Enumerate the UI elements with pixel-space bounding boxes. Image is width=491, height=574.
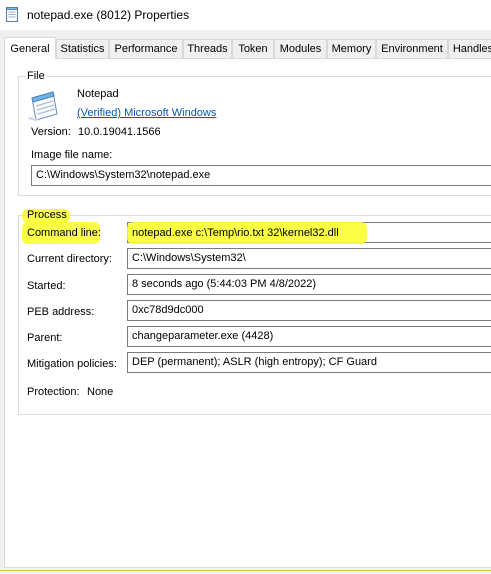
divider <box>0 570 491 571</box>
tab-strip: General Statistics Performance Threads T… <box>0 37 491 59</box>
window-title: notepad.exe (8012) Properties <box>27 8 190 22</box>
process-group-label: Process <box>27 209 67 221</box>
tab-statistics[interactable]: Statistics <box>56 39 109 58</box>
tab-general[interactable]: General <box>4 37 56 59</box>
tab-threads[interactable]: Threads <box>183 39 232 58</box>
notepad-icon <box>6 7 18 22</box>
command-line-label: Command line: <box>27 227 101 239</box>
parent-label: Parent: <box>27 332 63 344</box>
version-value: 10.0.19041.1566 <box>78 126 161 138</box>
parent-field[interactable]: changeparameter.exe (4428) <box>127 326 491 347</box>
peb-address-label: PEB address: <box>27 306 95 318</box>
started-field[interactable]: 8 seconds ago (5:44:03 PM 4/8/2022) <box>127 274 491 295</box>
tab-environment[interactable]: Environment <box>376 39 448 58</box>
notepad-icon <box>28 91 58 121</box>
current-directory-label: Current directory: <box>27 253 112 265</box>
publisher-link[interactable]: (Verified) Microsoft Windows <box>77 107 216 119</box>
title-bar: notepad.exe (8012) Properties <box>0 0 491 30</box>
protection-label: Protection: <box>27 386 80 398</box>
tab-modules[interactable]: Modules <box>274 39 327 58</box>
image-file-field[interactable]: C:\Windows\System32\notepad.exe <box>31 165 491 186</box>
protection-value: None <box>87 386 114 398</box>
tab-memory[interactable]: Memory <box>327 39 376 58</box>
version-label: Version: <box>31 126 71 138</box>
current-directory-field[interactable]: C:\Windows\System32\ <box>127 248 491 269</box>
app-name: Notepad <box>77 88 119 100</box>
started-label: Started: <box>27 280 66 292</box>
image-file-label: Image file name: <box>31 149 113 161</box>
command-line-value: notepad.exe c:\Temp\rio.txt 32\kernel32.… <box>132 227 339 239</box>
peb-address-field[interactable]: 0xc78d9dc000 <box>127 300 491 321</box>
tab-handles[interactable]: Handles <box>448 39 491 58</box>
tab-token[interactable]: Token <box>232 39 274 58</box>
file-group-label: File <box>25 70 47 82</box>
tab-performance[interactable]: Performance <box>109 39 183 58</box>
mitigation-policies-field[interactable]: DEP (permanent); ASLR (high entropy); CF… <box>127 352 491 373</box>
mitigation-policies-label: Mitigation policies: <box>27 358 117 370</box>
